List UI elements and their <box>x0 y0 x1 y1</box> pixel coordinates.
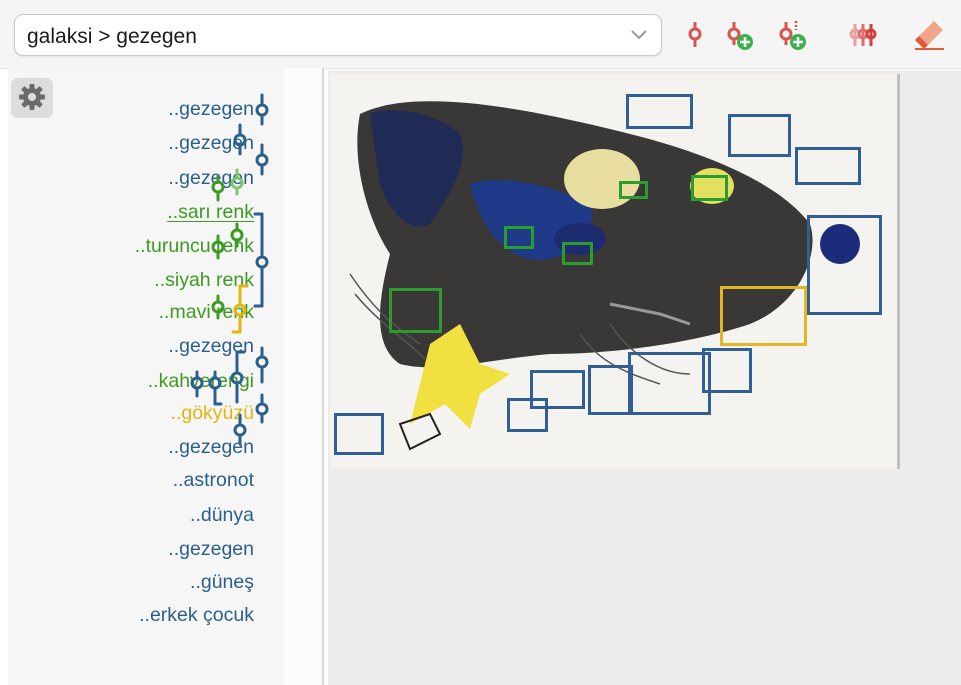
annotation-box[interactable] <box>807 215 882 315</box>
tag-connector-lines <box>190 93 269 446</box>
add-tag-icon[interactable] <box>722 18 756 52</box>
tag-path-dropdown[interactable]: galaksi > gezegen <box>14 14 662 56</box>
delete-tags-icon[interactable] <box>846 18 880 52</box>
annotation-box[interactable] <box>504 226 534 249</box>
tag-item-erkek-cocuk[interactable]: ..erkek çocuk <box>139 604 254 627</box>
annotated-drawing-image[interactable] <box>330 74 900 469</box>
annotation-box[interactable] <box>795 147 861 185</box>
annotation-box[interactable] <box>588 365 633 415</box>
annotation-box[interactable] <box>389 288 442 333</box>
chevron-down-icon[interactable] <box>629 27 649 43</box>
annotation-box[interactable] <box>626 94 693 129</box>
gear-icon[interactable] <box>11 78 53 118</box>
add-child-tag-icon[interactable] <box>776 18 810 52</box>
tag-item-gunes[interactable]: ..güneş <box>190 571 254 594</box>
tag-item-astronot[interactable]: ..astronot <box>173 469 254 492</box>
annotation-box[interactable] <box>702 348 752 393</box>
annotation-box[interactable] <box>628 352 711 415</box>
annotation-box[interactable] <box>334 413 384 455</box>
annotation-box[interactable] <box>619 181 648 199</box>
annotation-box[interactable] <box>691 175 728 201</box>
annotation-box[interactable] <box>562 242 593 265</box>
tag-icon[interactable] <box>678 18 712 52</box>
tag-item-dunya[interactable]: ..dünya <box>190 504 254 527</box>
tag-path-text: galaksi > gezegen <box>27 25 197 48</box>
eraser-icon[interactable] <box>912 18 946 52</box>
annotation-box[interactable] <box>507 398 548 432</box>
annotation-box[interactable] <box>728 114 791 157</box>
sidebar-splitter[interactable] <box>284 68 324 685</box>
annotation-box[interactable] <box>720 286 807 346</box>
tag-item-gezegen[interactable]: ..gezegen <box>168 538 254 561</box>
toolbar: galaksi > gezegen <box>0 0 961 69</box>
